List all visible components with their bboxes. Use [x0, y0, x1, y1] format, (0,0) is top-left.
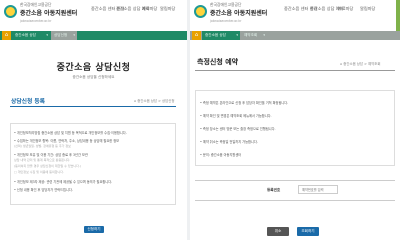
page-subtitle: 중간소음 상담을 신청하세요 — [72, 75, 115, 79]
site-header: 한국장애인고용공단 중간소음 아동지원센터 jobnoisecenter.or.… — [190, 0, 400, 32]
sub-navigation-bar: ⌂ 중간소음 상담 ▾ 예약조회 ▾ — [190, 31, 400, 40]
terms-item: • 개인정보 보유 및 이용 기간: 상담 종료 후 3년간 보관 — [14, 153, 88, 157]
logo-url: jobnoisecenter.or.kr — [210, 19, 242, 23]
terms-item: • 수집하는 개인정보 항목: 이름, 연락처, 주소, 상담내용 등 상담에 … — [14, 139, 120, 143]
consent-checkbox[interactable]: □ 개인정보 수집 및 이용에 동의합니다. — [14, 170, 64, 174]
submit-button[interactable]: 신청하기 — [84, 226, 104, 233]
accent-bar — [396, 0, 400, 31]
chevron-down-icon: ▾ — [236, 33, 238, 37]
chevron-down-icon: ▾ — [73, 33, 75, 37]
nav-item-resources[interactable]: 자료마당 — [338, 6, 353, 12]
right-screenshot-panel: 한국장애인고용공단 중간소음 아동지원센터 jobnoisecenter.or.… — [190, 0, 400, 240]
terms-item: 상담 내역 관리 및 통계 목적으로 활용됩니다. — [14, 158, 71, 162]
terms-item: (선택) 생년월일, 성별, 장애유형 등 추가 정보 — [14, 144, 71, 148]
nav-item-notices[interactable]: 알림마당 — [360, 6, 375, 12]
tab-application[interactable]: 상담신청 ▾ — [51, 31, 77, 40]
tab-reservation-check-label: 예약조회 — [244, 33, 258, 37]
notice-item: • 측정 장소는 센터 방문 또는 출장 측정으로 진행됩니다. — [200, 127, 276, 131]
notice-item: • 예약 취소는 측정일 전일까지 가능합니다. — [200, 140, 258, 144]
section-divider — [195, 70, 395, 71]
nav-item-notices[interactable]: 알림마당 — [160, 6, 175, 12]
tab-reservation-check[interactable]: 예약조회 ▾ — [241, 31, 267, 40]
logo-title[interactable]: 중간소음 아동지원센터 — [20, 8, 77, 17]
logo-url: jobnoisecenter.or.kr — [20, 19, 52, 23]
logo-icon[interactable] — [4, 5, 17, 18]
home-icon[interactable]: ⌂ — [192, 31, 201, 40]
tab-consultation-label: 중간소음 상담 — [15, 33, 36, 37]
tab-consultation[interactable]: 중간소음 상담 ▾ — [202, 31, 240, 40]
form-divider-bottom — [195, 200, 395, 201]
left-screenshot-panel: 한국장애인고용공단 중간소음 아동지원센터 jobnoisecenter.or.… — [0, 0, 187, 240]
page-title: 중간소음 상담신청 — [56, 63, 131, 73]
notice-item: • 예약 확인 및 변경은 예약조회 메뉴에서 가능합니다. — [200, 114, 272, 118]
terms-item: • 개인정보처리방침 중간소음 상담 및 지원 등 목적으로 개인정보를 수집·… — [14, 131, 127, 135]
terms-item: • 개인정보 제3자 제공: 관련 기관에 제공될 수 있으며 동의가 필요합니… — [14, 180, 113, 184]
nav-item-resources[interactable]: 자료마당 — [142, 6, 157, 12]
section-title: 상담신청 등록 — [11, 99, 46, 105]
form-divider-top — [195, 180, 395, 181]
terms-item: • 신청 내용 확인 후 담당자가 연락드립니다. — [14, 188, 73, 192]
section-title: 측정신청 예약 — [197, 58, 239, 66]
logo-icon[interactable] — [194, 5, 207, 18]
site-header: 한국장애인고용공단 중간소음 아동지원센터 jobnoisecenter.or.… — [0, 0, 187, 32]
tab-application-label: 상담신청 — [54, 33, 68, 37]
cancel-button[interactable]: 취소 — [267, 227, 289, 236]
chevron-down-icon: ▾ — [46, 33, 48, 37]
confirm-button[interactable]: 조회하기 — [297, 227, 319, 236]
notice-item: • 문의: 중간소음 아동지원센터 — [200, 153, 242, 157]
logo-title[interactable]: 중간소음 아동지원센터 — [210, 8, 267, 17]
registration-number-label: 등록번호 — [267, 188, 281, 192]
breadcrumb: ⌂ 중간소음 상담 > 예약조회 — [340, 62, 381, 66]
terms-item: (동의하지 않을 경우 상담신청이 제한될 수 있습니다.) — [14, 164, 81, 168]
sub-navigation-bar: ⌂ 중간소음 상담 ▾ 상담신청 ▾ — [0, 31, 187, 40]
section-divider — [10, 106, 176, 107]
chevron-down-icon: ▾ — [263, 33, 265, 37]
home-icon[interactable]: ⌂ — [2, 31, 11, 40]
tab-consultation-label: 중간소음 상담 — [205, 33, 226, 37]
registration-number-input[interactable] — [298, 185, 338, 194]
breadcrumb: ⌂ 중간소음 상담 > 상담신청 — [134, 99, 175, 103]
notice-item: • 측정 예약은 온라인으로 신청 후 담당자 확인을 거쳐 확정됩니다. — [200, 101, 289, 105]
tab-consultation[interactable]: 중간소음 상담 ▾ — [12, 31, 50, 40]
